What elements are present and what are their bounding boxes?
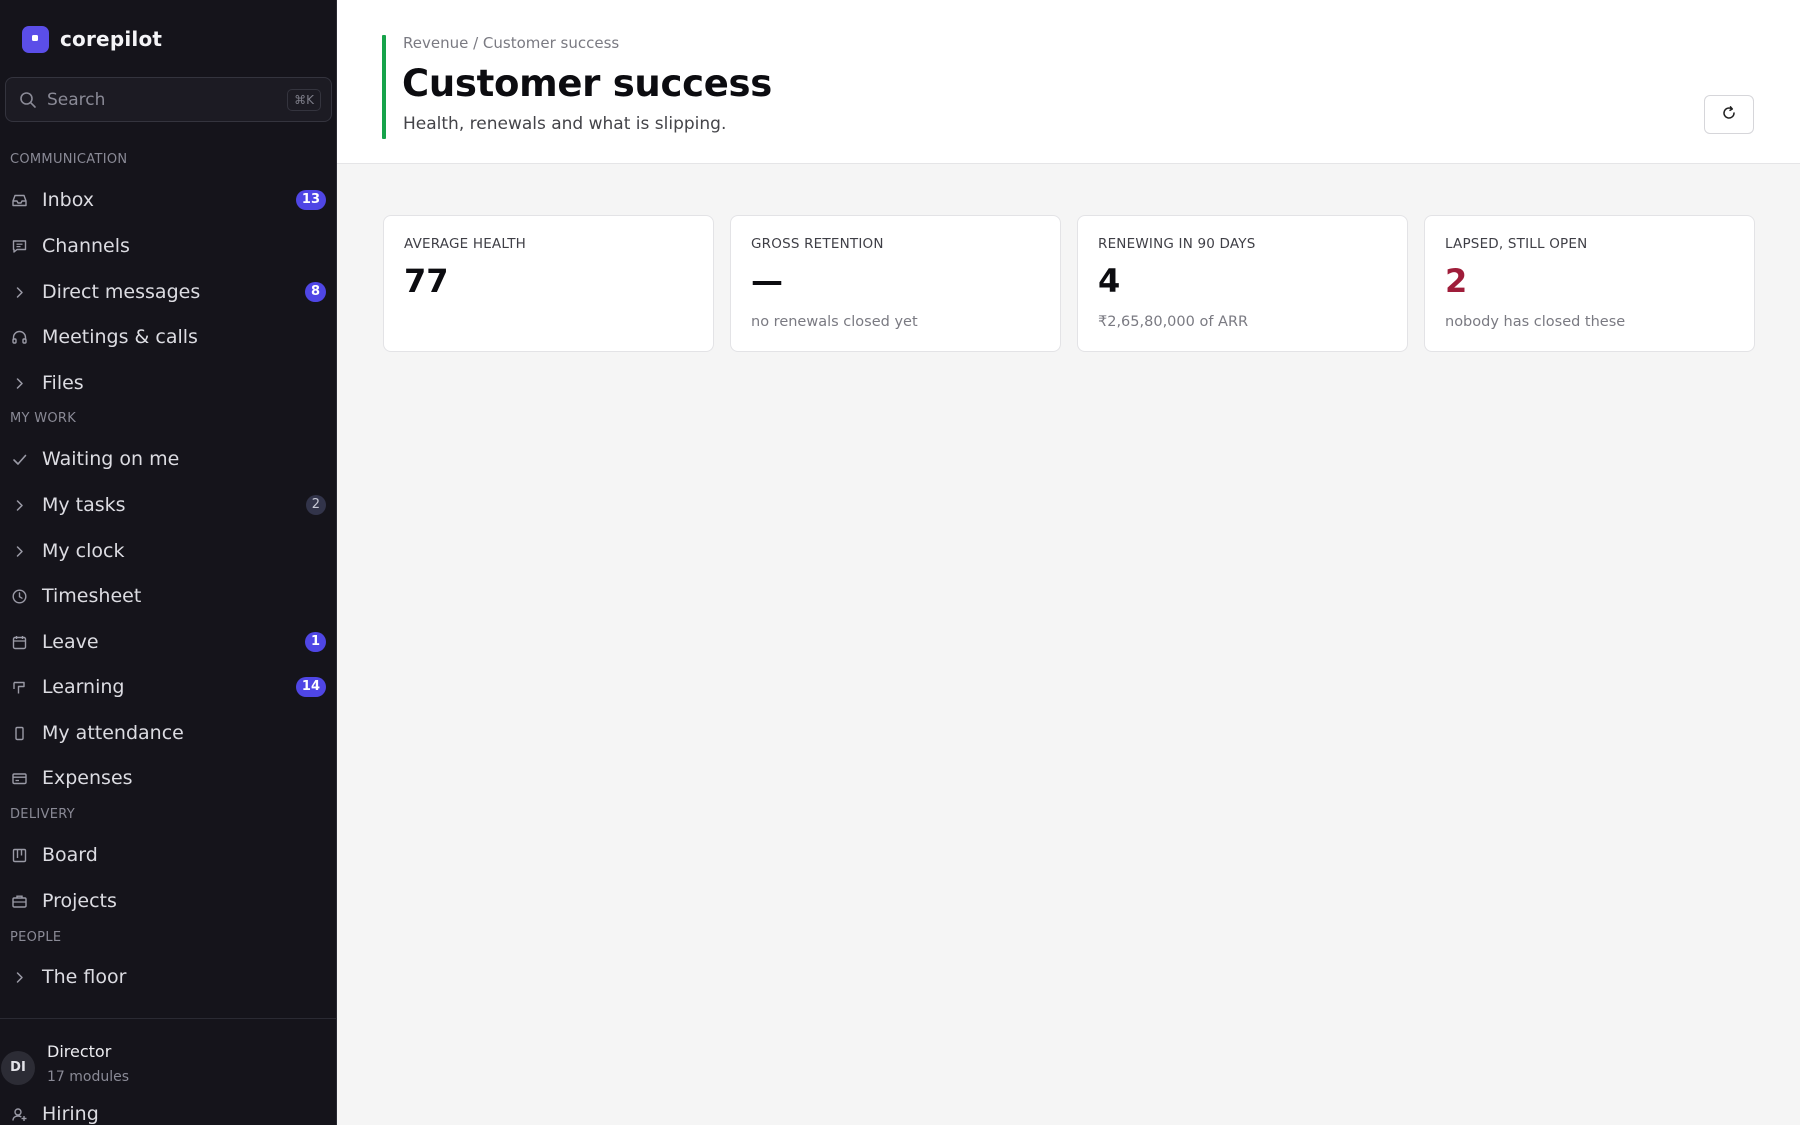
kpi-value: 77 bbox=[404, 262, 449, 300]
search-shortcut: ⌘K bbox=[287, 89, 321, 111]
board-icon bbox=[11, 847, 28, 864]
sidebar-item-label: My attendance bbox=[42, 722, 184, 744]
page-title: Customer success bbox=[402, 62, 772, 105]
section-delivery: DELIVERY bbox=[10, 807, 75, 822]
page-header: Revenue / Customer success Customer succ… bbox=[337, 0, 1800, 164]
brand[interactable]: corepilot bbox=[22, 24, 162, 54]
kpi-card-lapsed-still-open: LAPSED, STILL OPEN 2 nobody has closed t… bbox=[1424, 215, 1755, 352]
kpi-label: AVERAGE HEALTH bbox=[404, 236, 527, 252]
chevron-right-icon bbox=[11, 375, 28, 392]
unread-badge: 13 bbox=[295, 190, 326, 210]
sidebar-item-label: Direct messages bbox=[42, 281, 201, 303]
count-badge: 2 bbox=[305, 495, 326, 515]
refresh-button[interactable] bbox=[1704, 95, 1754, 134]
kpi-card-gross-retention: GROSS RETENTION — no renewals closed yet bbox=[730, 215, 1061, 352]
kpi-note: nobody has closed these bbox=[1445, 314, 1626, 330]
breadcrumb: Revenue / Customer success bbox=[403, 34, 620, 52]
check-icon bbox=[11, 451, 28, 468]
unread-badge: 14 bbox=[295, 677, 326, 697]
kpi-value: 4 bbox=[1098, 262, 1121, 300]
channels-icon bbox=[11, 238, 28, 255]
sidebar-item-label: Projects bbox=[42, 890, 117, 912]
kpi-note: no renewals closed yet bbox=[751, 314, 918, 330]
user-plus-icon bbox=[11, 1106, 28, 1123]
sidebar-item-my-tasks[interactable]: My tasks 2 bbox=[0, 485, 336, 525]
sidebar-item-label: The floor bbox=[42, 966, 127, 988]
kpi-cards: AVERAGE HEALTH 77 GROSS RETENTION — no r… bbox=[383, 215, 1755, 352]
sidebar-item-learning[interactable]: Learning 14 bbox=[0, 667, 336, 707]
sidebar-item-meetings-calls[interactable]: Meetings & calls bbox=[0, 317, 336, 357]
sidebar-item-my-attendance[interactable]: My attendance bbox=[0, 713, 336, 753]
sidebar-item-channels[interactable]: Channels bbox=[0, 226, 336, 266]
sidebar-item-label: Meetings & calls bbox=[42, 326, 198, 348]
avatar: DI bbox=[1, 1051, 35, 1085]
learning-icon bbox=[11, 679, 28, 696]
sidebar-item-waiting-on-me[interactable]: Waiting on me bbox=[0, 439, 336, 479]
brand-name: corepilot bbox=[60, 27, 163, 51]
sidebar-item-label: Expenses bbox=[42, 767, 133, 789]
sidebar-item-label: Board bbox=[42, 844, 98, 866]
chevron-right-icon bbox=[11, 543, 28, 560]
sidebar-item-inbox[interactable]: Inbox 13 bbox=[0, 180, 336, 220]
section-communication: COMMUNICATION bbox=[10, 152, 128, 167]
chevron-right-icon bbox=[11, 284, 28, 301]
sidebar-item-label: Timesheet bbox=[42, 585, 142, 607]
clock-icon bbox=[11, 588, 28, 605]
profile-role: Director bbox=[47, 1042, 112, 1061]
calendar-icon bbox=[11, 634, 28, 651]
sidebar-item-my-clock[interactable]: My clock bbox=[0, 531, 336, 571]
sidebar-item-files[interactable]: Files bbox=[0, 363, 336, 403]
kpi-label: LAPSED, STILL OPEN bbox=[1445, 236, 1588, 252]
kpi-label: GROSS RETENTION bbox=[751, 236, 884, 252]
chevron-right-icon bbox=[11, 497, 28, 514]
kpi-value: — bbox=[751, 262, 783, 300]
sidebar-item-expenses[interactable]: Expenses bbox=[0, 758, 336, 798]
sidebar-item-label: Channels bbox=[42, 235, 130, 257]
sidebar-item-leave[interactable]: Leave 1 bbox=[0, 622, 336, 662]
section-people: PEOPLE bbox=[10, 930, 62, 945]
search-icon bbox=[19, 91, 37, 109]
sidebar-item-hiring[interactable]: Hiring bbox=[0, 1094, 336, 1125]
unread-badge: 8 bbox=[304, 282, 326, 302]
sidebar-item-the-floor[interactable]: The floor bbox=[0, 957, 336, 997]
sidebar-item-label: Files bbox=[42, 372, 84, 394]
sidebar-item-timesheet[interactable]: Timesheet bbox=[0, 576, 336, 616]
search-box[interactable]: ⌘K bbox=[5, 77, 332, 122]
page-subtitle: Health, renewals and what is slipping. bbox=[403, 114, 727, 134]
device-icon bbox=[11, 725, 28, 742]
unread-badge: 1 bbox=[304, 632, 326, 652]
sidebar-item-projects[interactable]: Projects bbox=[0, 881, 336, 921]
sidebar-item-label: Inbox bbox=[42, 189, 94, 211]
sidebar-item-label: Waiting on me bbox=[42, 448, 180, 470]
chevron-right-icon bbox=[11, 969, 28, 986]
sidebar-item-label: My tasks bbox=[42, 494, 126, 516]
kpi-card-renewing-90-days: RENEWING IN 90 DAYS 4 ₹2,65,80,000 of AR… bbox=[1077, 215, 1408, 352]
sidebar: corepilot ⌘K COMMUNICATION Inbox 13 Chan… bbox=[0, 0, 337, 1125]
header-accent-bar bbox=[382, 35, 386, 139]
sidebar-item-label: My clock bbox=[42, 540, 125, 562]
refresh-icon bbox=[1721, 105, 1737, 125]
briefcase-icon bbox=[11, 893, 28, 910]
section-my-work: MY WORK bbox=[10, 411, 77, 426]
sidebar-item-label: Leave bbox=[42, 631, 99, 653]
sidebar-item-label: Learning bbox=[42, 676, 125, 698]
kpi-label: RENEWING IN 90 DAYS bbox=[1098, 236, 1256, 252]
brand-logo-icon bbox=[22, 25, 49, 53]
inbox-icon bbox=[11, 192, 28, 209]
search-input[interactable] bbox=[47, 89, 267, 110]
profile-modules: 17 modules bbox=[47, 1069, 130, 1085]
kpi-note: ₹2,65,80,000 of ARR bbox=[1098, 314, 1249, 330]
sidebar-item-direct-messages[interactable]: Direct messages 8 bbox=[0, 272, 336, 312]
sidebar-item-board[interactable]: Board bbox=[0, 835, 336, 875]
kpi-value: 2 bbox=[1445, 262, 1468, 300]
card-icon bbox=[11, 770, 28, 787]
headset-icon bbox=[11, 329, 28, 346]
kpi-card-average-health: AVERAGE HEALTH 77 bbox=[383, 215, 714, 352]
sidebar-item-label: Hiring bbox=[42, 1103, 99, 1125]
